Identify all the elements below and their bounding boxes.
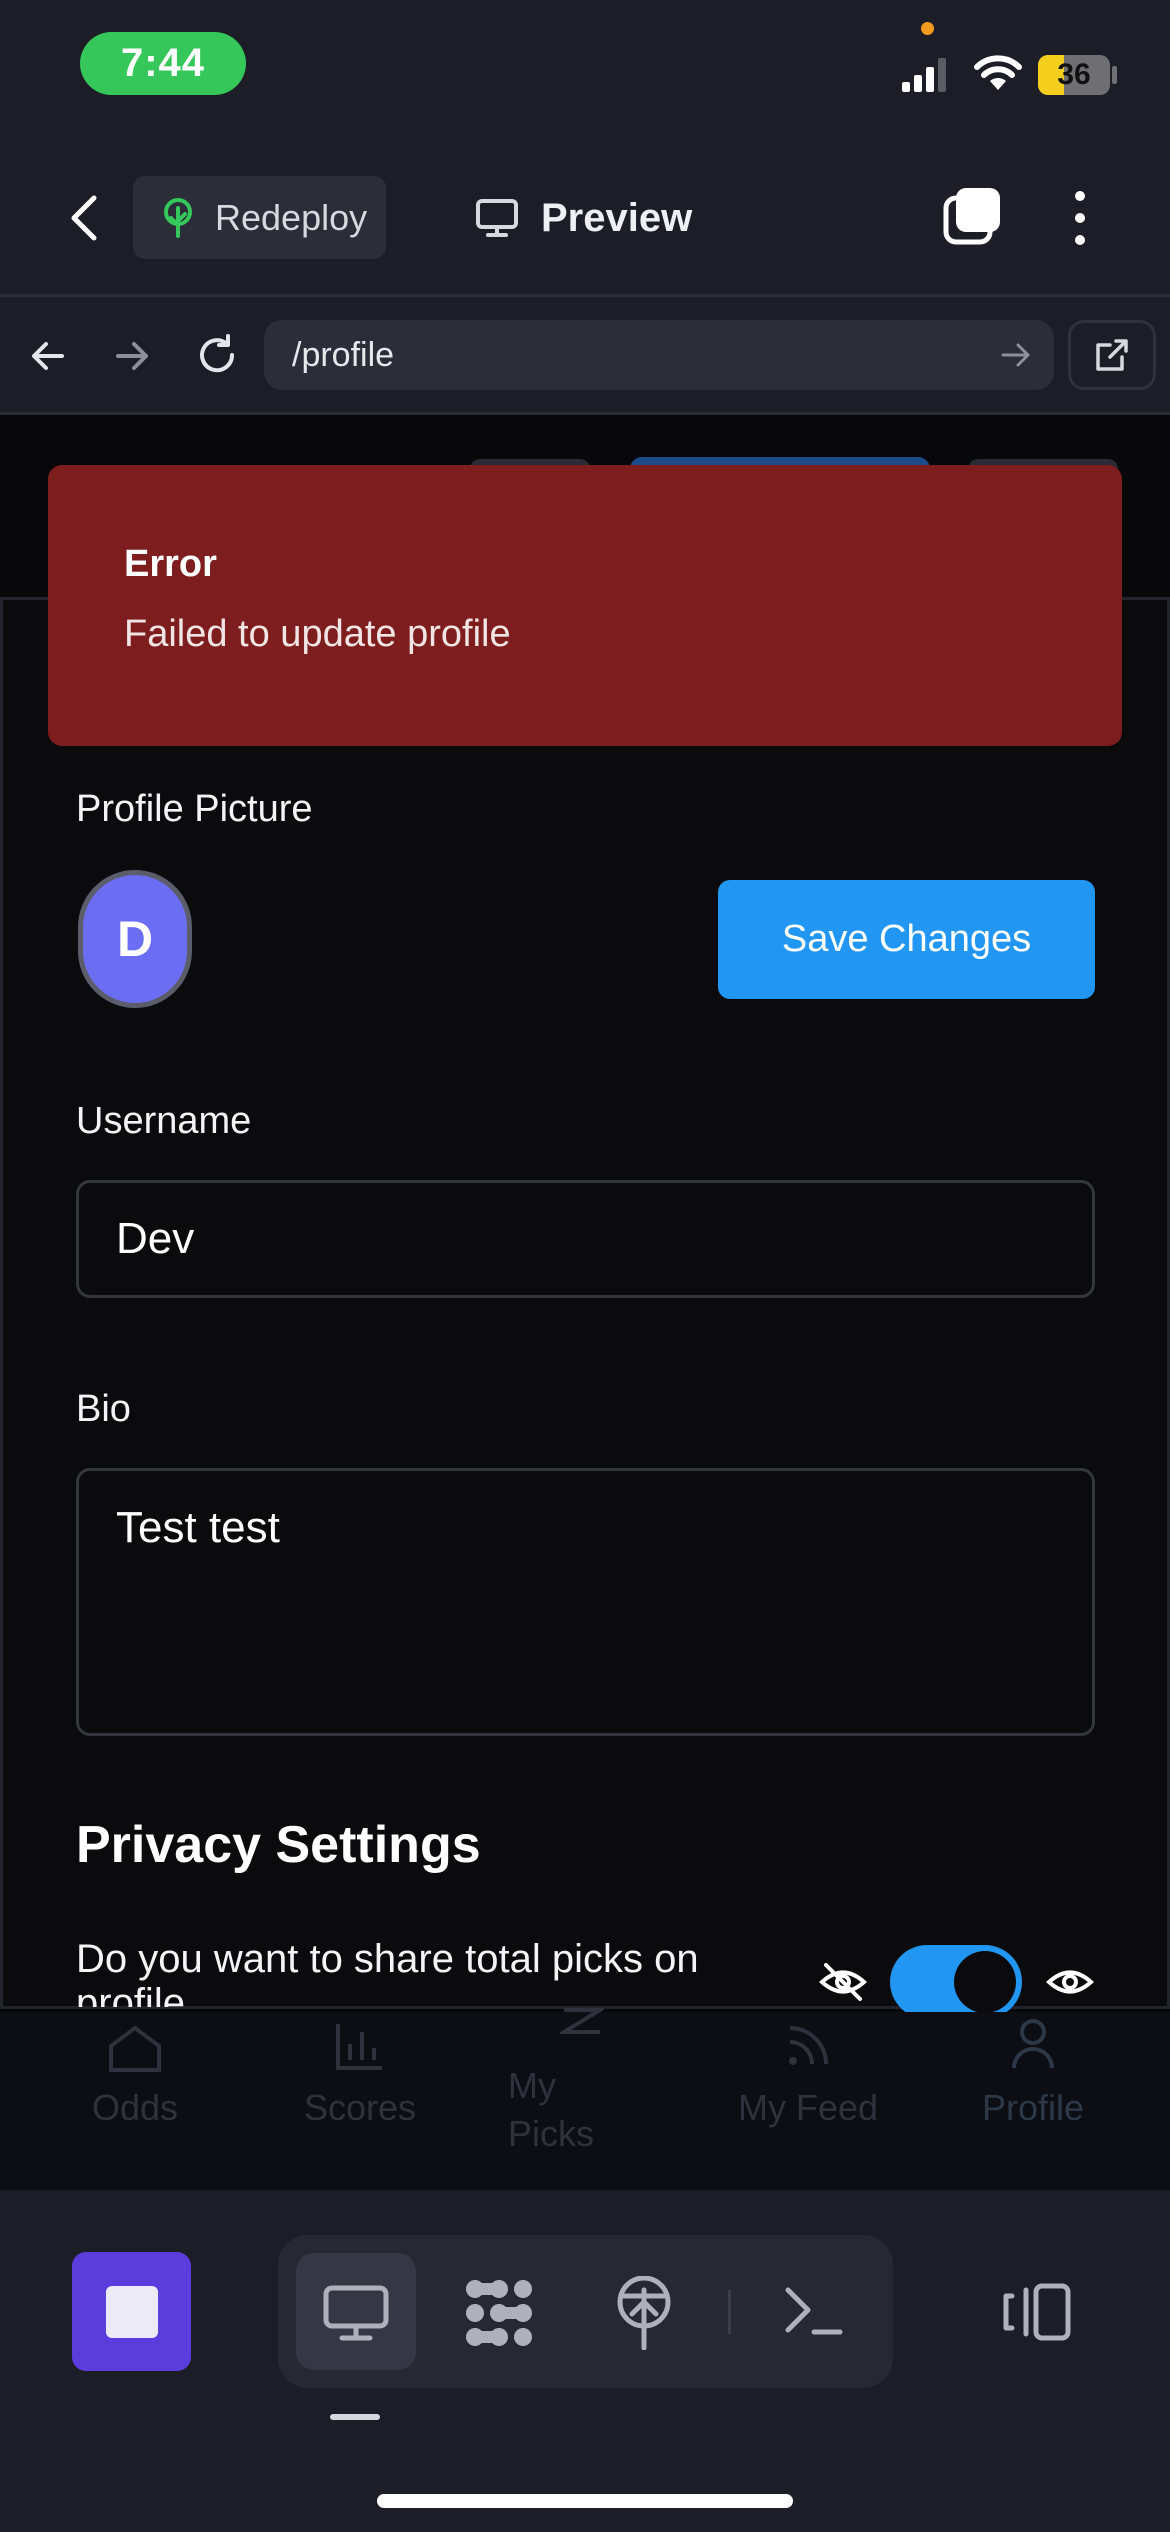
save-changes-button[interactable]: Save Changes [718,880,1095,999]
preview-tab[interactable]: Preview [475,188,692,248]
home-indicator [377,2494,793,2508]
preview-label: Preview [541,195,693,240]
battery-level-text: 36 [1057,58,1091,91]
stop-button[interactable] [72,2252,191,2371]
bio-textarea[interactable]: Test test [76,1468,1095,1736]
nodes-icon[interactable] [461,2277,537,2349]
home-icon [109,2025,161,2072]
reload-icon[interactable] [194,332,240,378]
bar-chart-icon [336,2024,382,2070]
avatar[interactable]: D [78,870,192,1008]
nav-profile-label: Profile [981,2087,1085,2128]
privacy-indicator-dot [921,22,934,35]
bio-label: Bio [76,1388,131,1430]
avatar-initial: D [116,911,154,967]
nav-profile[interactable]: Profile [958,2012,1108,2190]
wifi-icon [974,55,1022,90]
toolbar-separator [728,2290,731,2334]
profile-picture-label: Profile Picture [76,788,313,830]
battery-tip [1112,66,1117,84]
toggle-knob [954,1951,1016,2013]
active-tab-indicator [330,2414,380,2420]
url-text: /profile [292,335,395,374]
stop-icon [105,2285,158,2338]
panel-toggle-icon[interactable] [1002,2282,1072,2342]
nav-odds-label: Odds [91,2087,179,2128]
eye-off-icon [819,1963,867,2001]
rss-icon [789,2026,828,2065]
toast-title: Error [124,543,217,585]
redeploy-label: Redeploy [215,196,368,238]
redeploy-button[interactable]: Redeploy [133,176,386,259]
browser-forward-icon[interactable] [112,336,152,376]
status-time: 7:44 [80,32,246,95]
share-picks-question: Do you want to share total picks on prof… [76,1937,699,2007]
privacy-settings-title: Privacy Settings [76,1816,481,1874]
eye-icon [1046,1970,1094,1994]
terminal-icon[interactable] [784,2284,844,2338]
monitor-icon [323,2285,389,2341]
tree-icon [164,197,192,238]
toast-message: Failed to update profile [124,613,511,655]
open-external-button[interactable] [1068,320,1156,390]
external-link-icon [1096,339,1128,371]
header-divider [0,294,1170,297]
nav-scores-label: Scores [303,2087,417,2128]
nav-my-picks[interactable]: My Picks [498,2008,648,2190]
web-bottom-nav: Odds Scores My Picks My Feed Profile [0,2008,1170,2190]
username-label: Username [76,1100,252,1142]
hourglass-icon [560,2008,604,2034]
nav-my-feed-label: My Feed [737,2087,879,2128]
deploy-icon[interactable] [614,2276,674,2350]
browser-back-icon[interactable] [28,336,68,376]
go-arrow-icon[interactable] [1000,340,1032,370]
battery-charging-icon: 36 [1038,55,1110,95]
share-picks-toggle[interactable] [890,1945,1022,2019]
nav-my-feed[interactable]: My Feed [733,2012,883,2190]
nav-scores[interactable]: Scores [285,2012,435,2190]
username-input[interactable] [76,1180,1095,1298]
back-icon[interactable] [66,194,100,242]
user-icon [1012,2019,1054,2069]
monitor-icon [476,199,518,237]
nav-my-picks-label: My Picks [508,2065,595,2154]
error-toast[interactable]: Error Failed to update profile [48,465,1122,746]
tabs-icon[interactable] [942,186,1002,246]
more-icon[interactable] [1066,188,1094,248]
nav-odds[interactable]: Odds [60,2012,210,2190]
url-input[interactable]: /profile [264,320,1054,390]
signal-icon [902,58,946,92]
